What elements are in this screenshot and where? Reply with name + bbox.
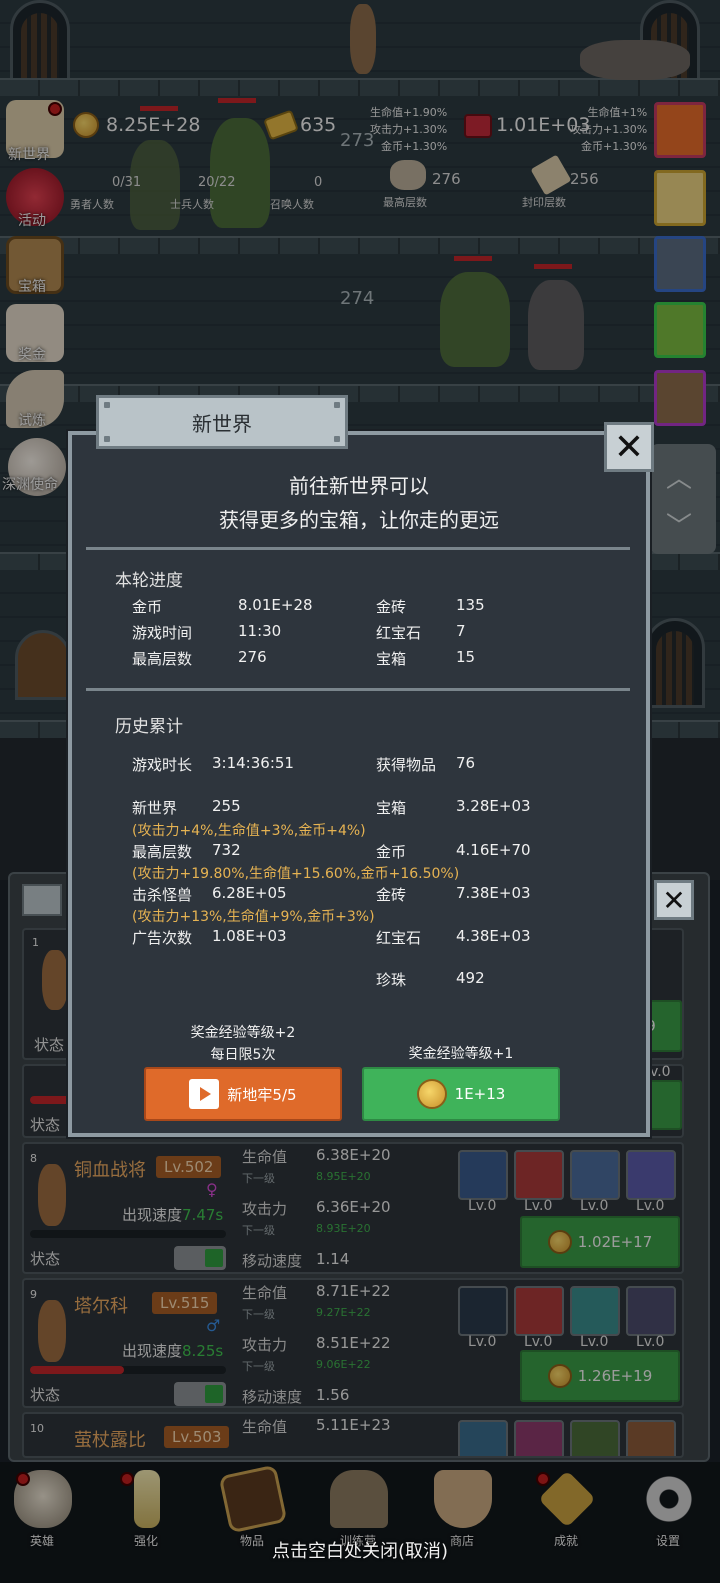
history-label: 击杀怪兽 <box>132 886 193 904</box>
round-progress-header: 本轮进度 <box>115 571 183 591</box>
history-label: 金砖 <box>376 886 407 904</box>
history-bonus: (攻击力+4%,生命值+3%,金币+4%) <box>132 823 366 839</box>
history-label: 广告次数 <box>132 929 193 947</box>
dialog-title-text: 新世界 <box>192 411 252 436</box>
dialog-intro-line1: 前往新世界可以 <box>289 474 429 498</box>
ad-reward-text: 奖金经验等级+2 <box>190 1025 296 1041</box>
history-label: 最高层数 <box>132 843 193 861</box>
history-value: 6.28E+05 <box>212 884 287 902</box>
dialog-title: 新世界 <box>96 395 348 449</box>
history-label: 获得物品 <box>376 756 437 774</box>
watch-ad-button[interactable]: 新地牢5/5 <box>144 1067 342 1121</box>
round-value: 276 <box>238 648 267 666</box>
history-value: 4.38E+03 <box>456 927 531 945</box>
round-label: 金币 <box>132 598 163 616</box>
history-label: 宝箱 <box>376 799 407 817</box>
history-value: 732 <box>212 841 241 859</box>
round-value: 7 <box>456 622 466 640</box>
history-value: 1.08E+03 <box>212 927 287 945</box>
history-label: 金币 <box>376 843 407 861</box>
round-value: 11:30 <box>238 622 282 640</box>
close-icon[interactable]: ✕ <box>614 427 644 468</box>
round-label: 红宝石 <box>376 624 422 642</box>
history-bonus: (攻击力+13%,生命值+9%,金币+3%) <box>132 909 375 925</box>
round-value: 15 <box>456 648 476 666</box>
divider <box>86 688 630 691</box>
close-button[interactable]: ✕ <box>604 422 654 472</box>
round-value: 8.01E+28 <box>238 596 313 614</box>
pay-coin-button[interactable]: 1E+13 <box>362 1067 560 1121</box>
round-value: 135 <box>456 596 485 614</box>
history-label: 新世界 <box>132 799 178 817</box>
history-value: 492 <box>456 969 485 987</box>
watch-ad-label: 新地牢5/5 <box>227 1085 297 1104</box>
history-value: 3:14:36:51 <box>212 754 294 772</box>
history-value: 7.38E+03 <box>456 884 531 902</box>
ad-limit-text: 每日限5次 <box>210 1047 276 1063</box>
round-label: 宝箱 <box>376 650 407 668</box>
gold-coin-icon <box>416 1079 447 1109</box>
history-bonus: (攻击力+19.80%,生命值+15.60%,金币+16.50%) <box>132 866 460 882</box>
hero-panel-close-button[interactable]: ✕ <box>654 880 694 920</box>
video-icon <box>189 1079 220 1109</box>
dialog-intro-line2: 获得更多的宝箱，让你走的更远 <box>219 508 499 532</box>
history-value: 255 <box>212 797 241 815</box>
history-value: 4.16E+70 <box>456 841 531 859</box>
round-label: 游戏时间 <box>132 624 193 642</box>
pay-coin-label: 1E+13 <box>454 1085 506 1103</box>
tap-to-close-hint[interactable]: 点击空白处关闭(取消) <box>0 1537 720 1563</box>
round-label: 金砖 <box>376 598 407 616</box>
divider <box>86 547 630 550</box>
history-value: 76 <box>456 754 476 772</box>
history-value: 3.28E+03 <box>456 797 531 815</box>
history-label: 红宝石 <box>376 929 422 947</box>
history-label: 珍珠 <box>376 971 407 989</box>
history-label: 游戏时长 <box>132 756 193 774</box>
history-header: 历史累计 <box>115 717 183 737</box>
round-label: 最高层数 <box>132 650 193 668</box>
coin-reward-text: 奖金经验等级+1 <box>408 1046 514 1062</box>
